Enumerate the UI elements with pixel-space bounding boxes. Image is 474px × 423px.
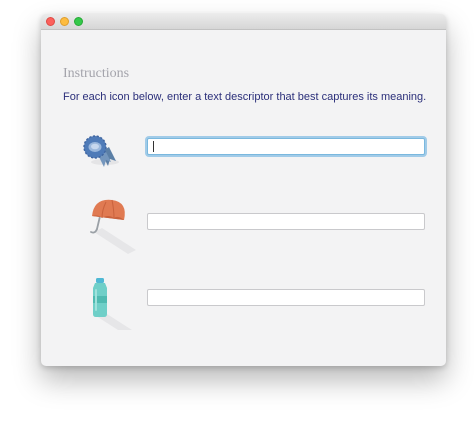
maximize-window-button[interactable] (74, 17, 83, 26)
minimize-window-button[interactable] (60, 17, 69, 26)
app-window: Instructions For each icon below, enter … (41, 14, 446, 366)
icon-descriptor-input-1[interactable] (147, 138, 425, 155)
screen: Instructions For each icon below, enter … (0, 0, 474, 423)
icon-descriptor-input-2[interactable] (147, 213, 425, 230)
umbrella-icon (88, 196, 138, 254)
close-window-button[interactable] (46, 17, 55, 26)
icon-descriptor-input-3[interactable] (147, 289, 425, 306)
instructions-text: For each icon below, enter a text descri… (63, 91, 427, 103)
text-cursor (153, 141, 154, 152)
award-ribbon-icon (79, 132, 129, 190)
title-bar[interactable] (41, 14, 446, 30)
water-bottle-icon (90, 274, 140, 332)
instructions-heading: Instructions (63, 66, 130, 81)
